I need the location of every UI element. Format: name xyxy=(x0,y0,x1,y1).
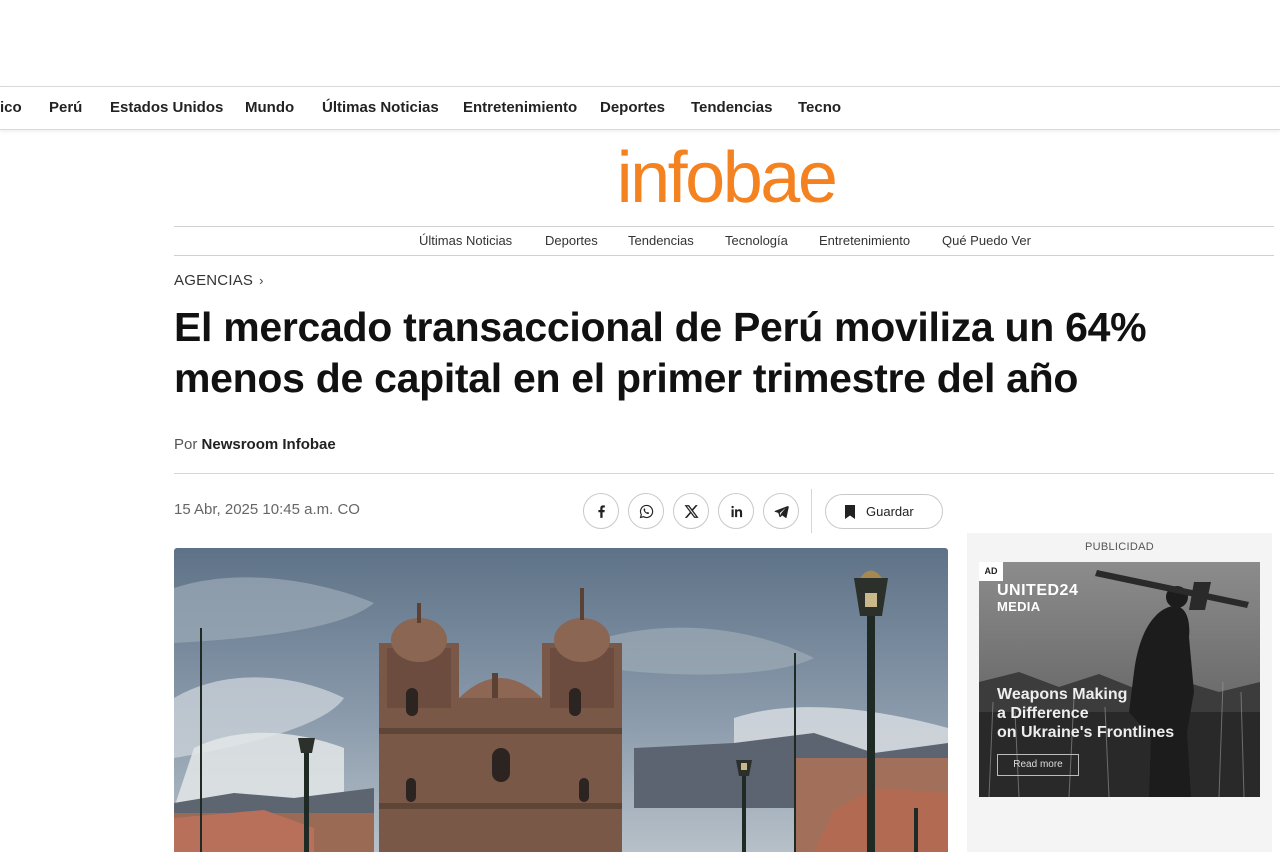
topnav-item-peru[interactable]: Perú xyxy=(49,87,82,129)
publish-date: 15 Abr, 2025 10:45 a.m. CO xyxy=(174,501,360,518)
top-blank-area xyxy=(0,0,1280,86)
topnav-item-tecno[interactable]: Tecno xyxy=(798,87,841,129)
share-linkedin-button[interactable] xyxy=(718,493,754,529)
share-whatsapp-button[interactable] xyxy=(628,493,664,529)
divider xyxy=(174,473,1274,474)
subnav-item-entretenimiento[interactable]: Entretenimiento xyxy=(819,227,910,255)
subnav-item-que-puedo-ver[interactable]: Qué Puedo Ver xyxy=(942,227,1031,255)
x-icon xyxy=(684,504,699,518)
breadcrumb-label: AGENCIAS xyxy=(174,271,254,289)
subnav-item-deportes[interactable]: Deportes xyxy=(545,227,598,255)
subnav-item-ultimas-noticias[interactable]: Últimas Noticias xyxy=(419,227,512,255)
topnav-item-ultimas-noticias[interactable]: Últimas Noticias xyxy=(322,87,439,129)
ad-brand-line-2: MEDIA xyxy=(997,599,1041,614)
linkedin-icon xyxy=(730,505,742,517)
whatsapp-icon xyxy=(639,504,653,518)
byline: Por Newsroom Infobae xyxy=(174,436,336,453)
topnav-item-deportes[interactable]: Deportes xyxy=(600,87,665,129)
article-headline: El mercado transaccional de Perú moviliz… xyxy=(174,302,1174,404)
topnav-item-tendencias[interactable]: Tendencias xyxy=(691,87,772,129)
ad-headline-line-2: a Difference xyxy=(997,705,1089,722)
article-hero-image[interactable] xyxy=(174,548,948,852)
headline-line-1: El mercado transaccional de Perú moviliz… xyxy=(174,304,1147,350)
sidebar-ad[interactable]: AD UNITED24 MEDIA Weapons Making a Diffe… xyxy=(979,562,1260,797)
ad-tag: AD xyxy=(979,562,1003,581)
topnav-item-estados-unidos[interactable]: Estados Unidos xyxy=(110,87,223,129)
ad-brand-line-1: UNITED24 xyxy=(997,582,1079,599)
ad-headline-line-3: on Ukraine's Frontlines xyxy=(997,724,1175,741)
share-x-button[interactable] xyxy=(673,493,709,529)
top-navigation: ico Perú Estados Unidos Mundo Últimas No… xyxy=(0,86,1280,130)
facebook-icon xyxy=(597,504,605,518)
save-button[interactable]: Guardar xyxy=(825,494,943,529)
subnav-item-tecnologia[interactable]: Tecnología xyxy=(725,227,788,255)
topnav-item-mexico[interactable]: ico xyxy=(0,87,22,129)
site-logo[interactable]: infobae xyxy=(598,140,854,216)
chevron-right-icon: › xyxy=(259,272,264,288)
byline-prefix: Por xyxy=(174,436,198,453)
topnav-item-mundo[interactable]: Mundo xyxy=(245,87,294,129)
ad-headline-line-1: Weapons Making xyxy=(997,686,1128,703)
share-facebook-button[interactable] xyxy=(583,493,619,529)
cathedral-photo xyxy=(174,548,948,852)
section-navigation: Últimas Noticias Deportes Tendencias Tec… xyxy=(174,226,1274,256)
sidebar-ad-container: PUBLICIDAD AD UNITED24 MEDIA Weapons Mak… xyxy=(967,533,1272,852)
telegram-icon xyxy=(774,505,789,518)
author-link[interactable]: Newsroom Infobae xyxy=(202,436,336,453)
bookmark-icon xyxy=(845,504,855,519)
save-button-label: Guardar xyxy=(866,504,914,519)
breadcrumb[interactable]: AGENCIAS › xyxy=(174,270,264,290)
subnav-item-tendencias[interactable]: Tendencias xyxy=(628,227,694,255)
topnav-item-entretenimiento[interactable]: Entretenimiento xyxy=(463,87,577,129)
share-telegram-button[interactable] xyxy=(763,493,799,529)
ad-read-more-button[interactable]: Read more xyxy=(997,754,1079,776)
ad-label: PUBLICIDAD xyxy=(1084,541,1155,553)
headline-line-2: menos de capital en el primer trimestre … xyxy=(174,355,1079,401)
share-divider xyxy=(811,489,812,533)
